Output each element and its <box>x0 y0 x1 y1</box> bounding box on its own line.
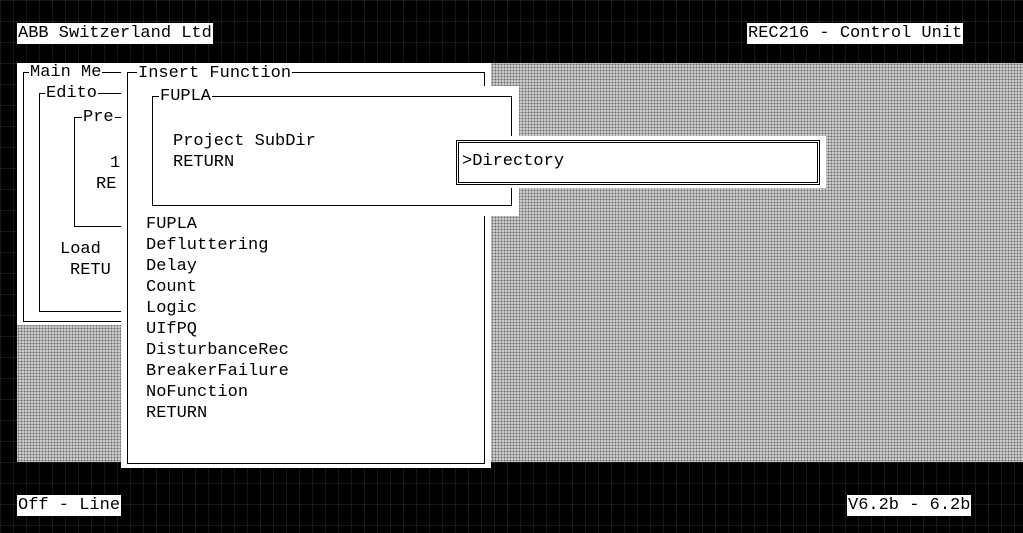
terminal-screen: ABB Switzerland Ltd REC216 - Control Uni… <box>0 0 1023 533</box>
editor-menu-title[interactable]: Edito <box>45 84 99 103</box>
main-menu-title[interactable]: Main Me <box>29 63 103 82</box>
directory-dialog: >Directory <box>448 136 826 188</box>
main-menu-item-return[interactable]: RETU <box>70 260 111 281</box>
version-label: V6.2b - 6.2b <box>847 495 972 516</box>
directory-input[interactable]: >Directory <box>462 151 564 172</box>
insert-function-title[interactable]: Insert Function <box>137 64 293 83</box>
function-item-uifpq[interactable]: UIfPQ <box>146 319 197 340</box>
function-item-fupla[interactable]: FUPLA <box>146 214 197 235</box>
function-item-delay[interactable]: Delay <box>146 256 197 277</box>
main-menu-item-load[interactable]: Load <box>60 239 101 260</box>
function-item-defluttering[interactable]: Defluttering <box>146 235 268 256</box>
pre-menu-item[interactable]: 1 <box>110 153 120 174</box>
function-item-nofunction[interactable]: NoFunction <box>146 382 248 403</box>
fupla-item-project-subdir[interactable]: Project SubDir <box>173 131 316 152</box>
function-item-return[interactable]: RETURN <box>146 403 207 424</box>
function-item-logic[interactable]: Logic <box>146 298 197 319</box>
fupla-title[interactable]: FUPLA <box>159 87 213 106</box>
pre-menu-title[interactable]: Pre <box>82 108 115 127</box>
fupla-item-return[interactable]: RETURN <box>173 152 234 173</box>
pre-menu-item[interactable]: RE <box>96 174 116 195</box>
company-name: ABB Switzerland Ltd <box>17 23 213 44</box>
function-item-disturbancerec[interactable]: DisturbanceRec <box>146 340 289 361</box>
unit-name: REC216 - Control Unit <box>747 23 964 44</box>
function-item-count[interactable]: Count <box>146 277 197 298</box>
function-item-breakerfailure[interactable]: BreakerFailure <box>146 361 289 382</box>
connection-status: Off - Line <box>17 495 122 516</box>
